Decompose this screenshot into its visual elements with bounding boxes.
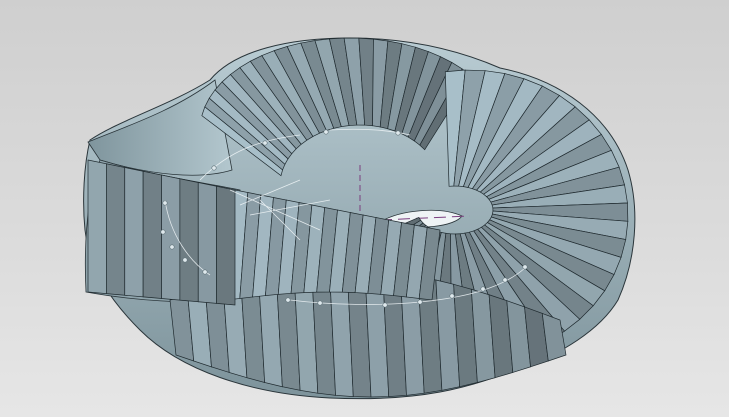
construction-point xyxy=(169,244,175,250)
left-facet xyxy=(197,182,217,304)
construction-point xyxy=(285,297,291,303)
construction-point xyxy=(182,257,188,263)
construction-point xyxy=(262,140,268,146)
construction-point xyxy=(160,229,166,235)
construction-point xyxy=(202,269,208,275)
construction-point xyxy=(323,129,329,135)
left-facet xyxy=(142,170,162,299)
construction-point xyxy=(317,300,323,306)
construction-point xyxy=(382,302,388,308)
left-facet xyxy=(87,159,107,295)
construction-point xyxy=(522,264,528,270)
construction-point xyxy=(211,165,217,171)
left-facet xyxy=(216,185,236,306)
construction-point xyxy=(417,299,423,305)
construction-point xyxy=(480,286,486,292)
construction-point xyxy=(449,293,455,299)
cad-viewport[interactable] xyxy=(0,0,729,417)
construction-point xyxy=(502,277,508,283)
left-facet xyxy=(106,163,126,296)
model-render[interactable] xyxy=(0,0,729,417)
construction-point xyxy=(395,130,401,136)
left-facet xyxy=(124,167,144,298)
left-facet xyxy=(179,178,199,303)
construction-point xyxy=(162,200,168,206)
